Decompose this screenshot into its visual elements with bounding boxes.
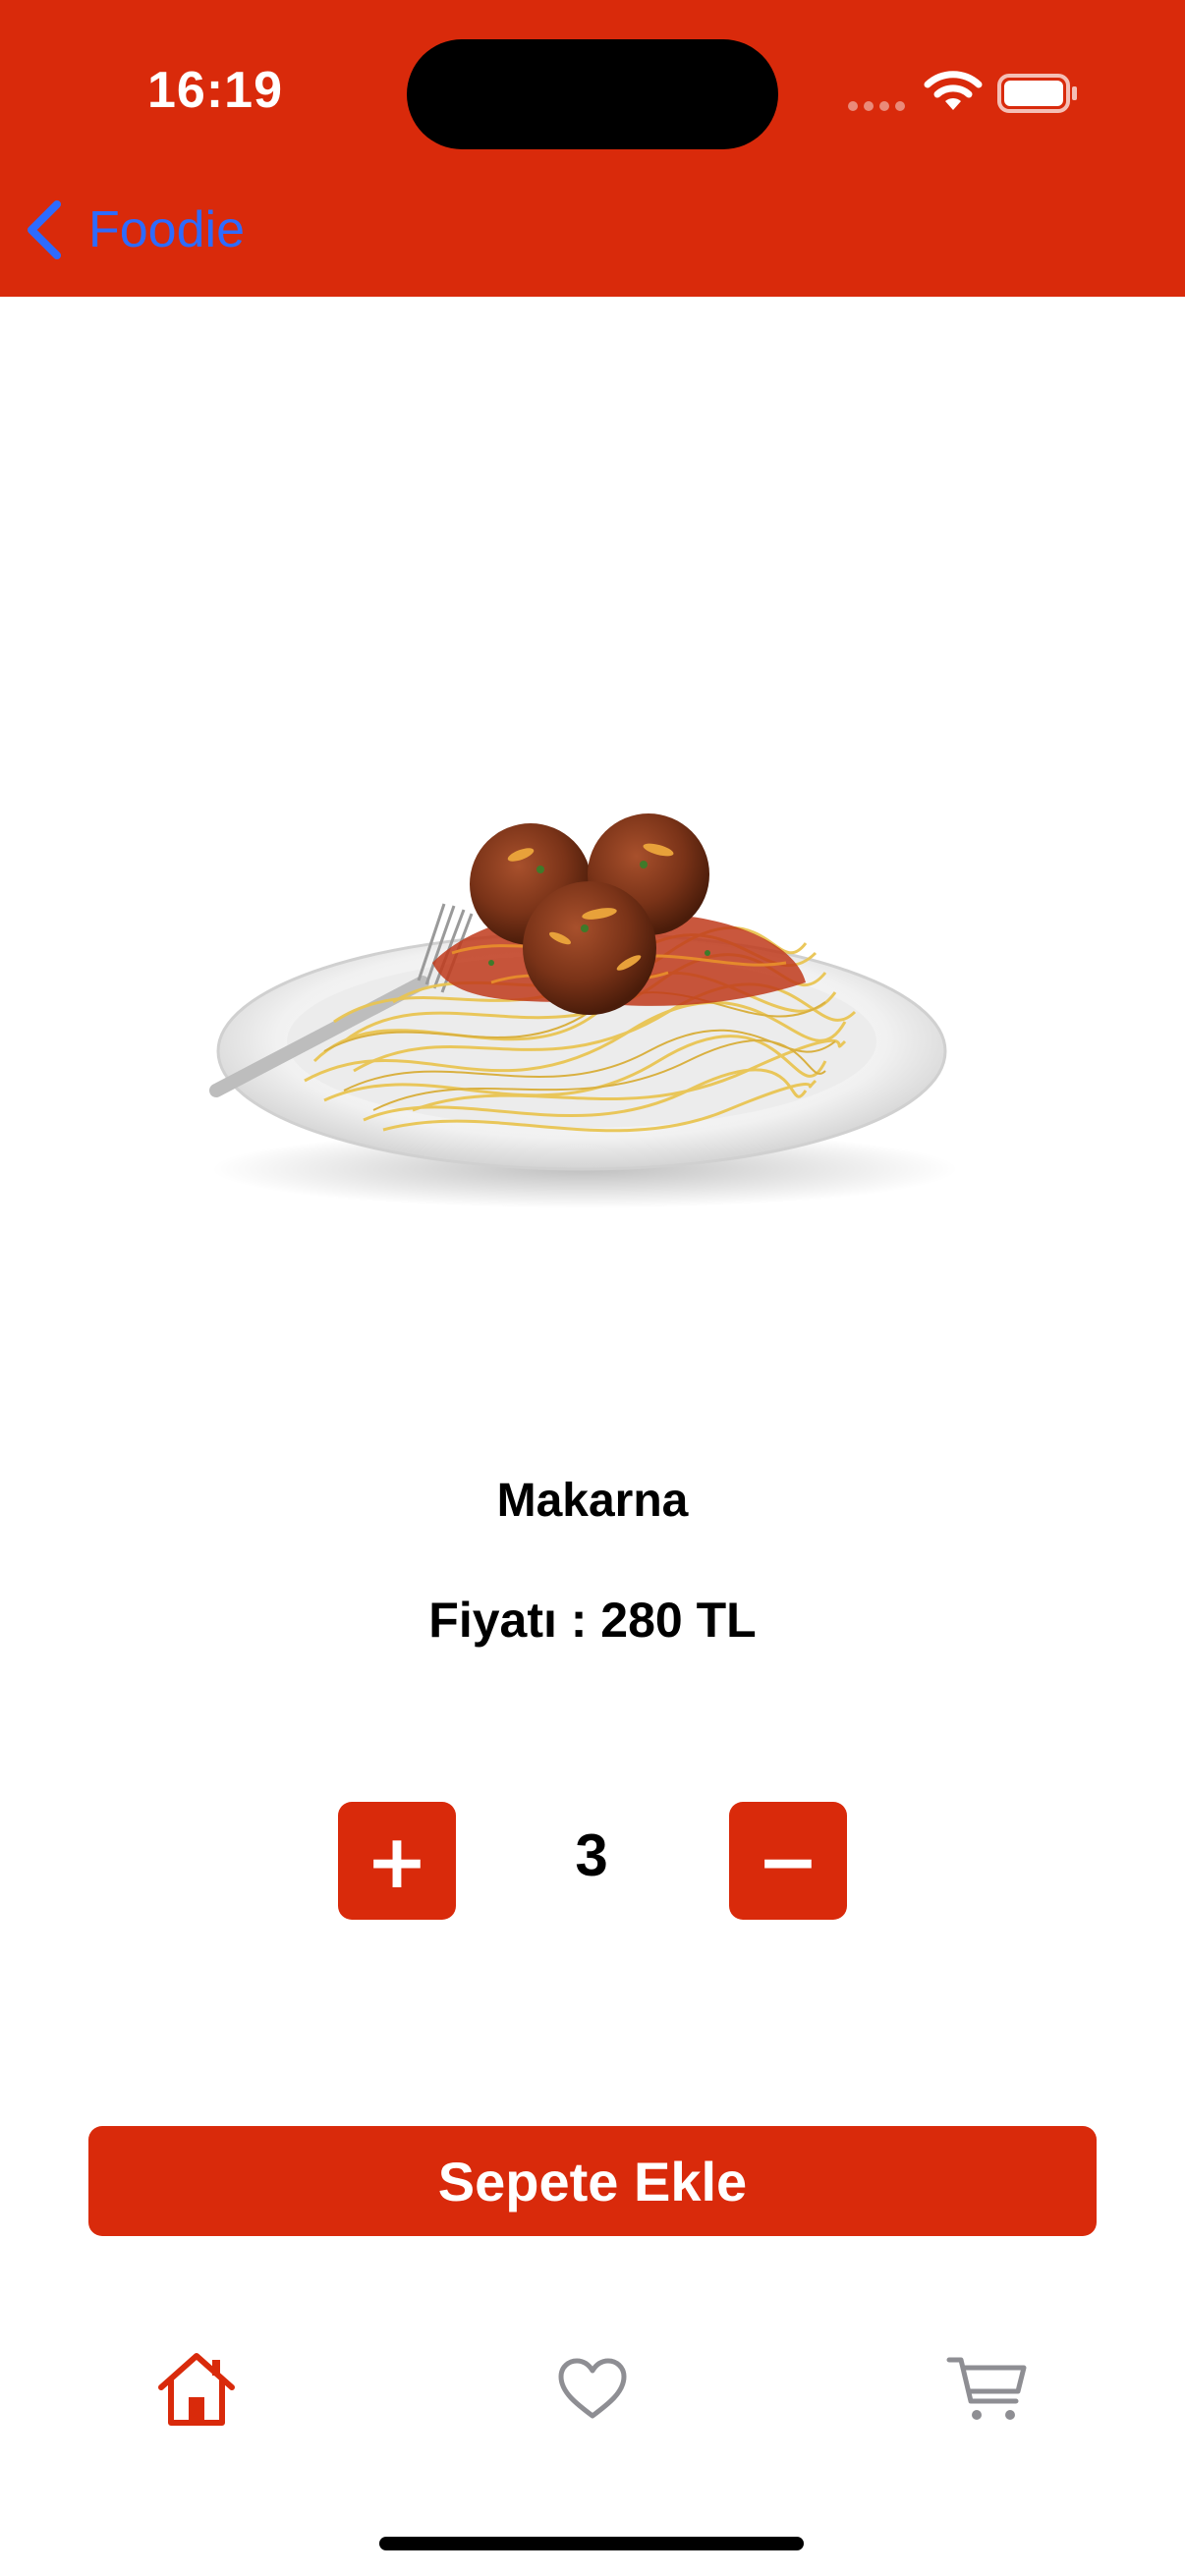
dynamic-island <box>407 39 778 149</box>
back-label: Foodie <box>88 201 245 258</box>
home-icon <box>158 2353 235 2426</box>
home-indicator <box>379 2537 804 2550</box>
cart-icon <box>946 2357 1027 2420</box>
battery-icon <box>997 74 1077 113</box>
quantity-value: 3 <box>575 1822 608 1888</box>
tab-favorites[interactable] <box>534 2340 651 2438</box>
tab-cart[interactable] <box>928 2340 1045 2438</box>
status-time: 16:19 <box>147 62 283 119</box>
food-price: Fiyatı : 280 TL <box>428 1593 757 1648</box>
back-button[interactable]: Foodie <box>22 195 245 265</box>
cellular-signal-icon <box>848 101 905 111</box>
heart-icon <box>558 2358 627 2419</box>
decrease-quantity-button[interactable]: − <box>729 1802 847 1920</box>
add-to-cart-button[interactable]: Sepete Ekle <box>88 2126 1097 2236</box>
food-name: Makarna <box>496 1475 689 1527</box>
nav-header: 16:19 Foodie <box>0 0 1185 297</box>
tab-home[interactable] <box>138 2340 255 2438</box>
food-image <box>209 813 958 1208</box>
increase-quantity-button[interactable]: + <box>338 1802 456 1920</box>
chevron-left-icon <box>28 200 61 259</box>
wifi-icon <box>924 71 983 110</box>
